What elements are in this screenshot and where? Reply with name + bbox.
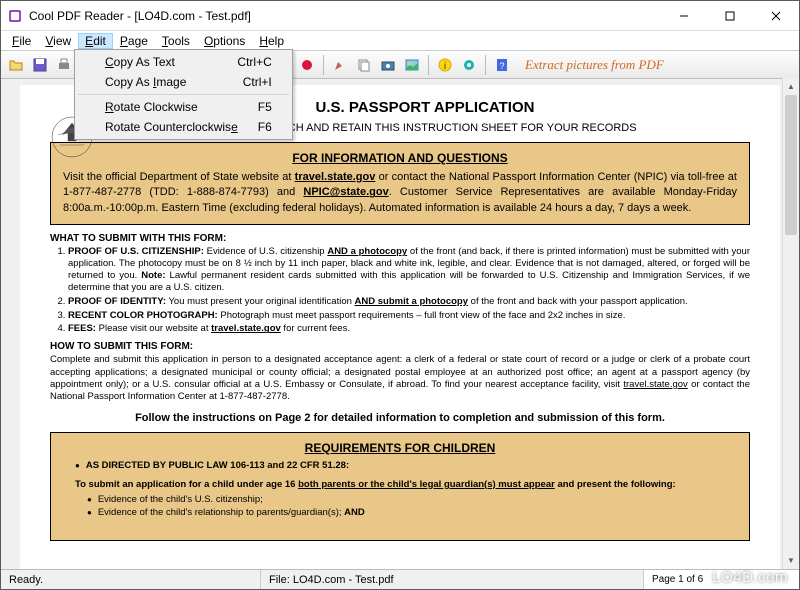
actual-size-icon[interactable] (296, 54, 318, 76)
extract-images-icon[interactable] (401, 54, 423, 76)
window-title: Cool PDF Reader - [LO4D.com - Test.pdf] (29, 9, 661, 23)
scroll-up-arrow[interactable]: ▲ (783, 78, 799, 95)
info-box-body: Visit the official Department of State w… (63, 170, 737, 216)
menu-file[interactable]: File (5, 33, 38, 49)
svg-text:i: i (444, 61, 446, 72)
toolbar-separator (485, 55, 486, 75)
minimize-button[interactable] (661, 1, 707, 30)
toolbar-separator (428, 55, 429, 75)
status-ready: Ready. (1, 570, 261, 589)
info-box-title: FOR INFORMATION AND QUESTIONS (63, 151, 737, 165)
menu-copy-as-text[interactable]: Copy As Text Ctrl+C (77, 52, 290, 72)
list-item: PROOF OF IDENTITY: You must present your… (68, 296, 750, 308)
how-head: HOW TO SUBMIT THIS FORM: (50, 341, 750, 352)
print-icon[interactable] (53, 54, 75, 76)
status-page: Page 1 of 6 (644, 570, 799, 589)
toolbar-hint: Extract pictures from PDF (525, 57, 664, 73)
center-instruction: Follow the instructions on Page 2 for de… (50, 412, 750, 424)
scroll-thumb[interactable] (785, 95, 797, 235)
how-body: Complete and submit this application in … (50, 354, 750, 403)
menu-view[interactable]: View (38, 33, 78, 49)
maximize-button[interactable] (707, 1, 753, 30)
info-icon[interactable]: i (434, 54, 456, 76)
children-box: REQUIREMENTS FOR CHILDREN AS DIRECTED BY… (50, 432, 750, 541)
statusbar: Ready. File: LO4D.com - Test.pdf Page 1 … (1, 569, 799, 589)
window-buttons (661, 1, 799, 30)
what-list: PROOF OF U.S. CITIZENSHIP: Evidence of U… (50, 246, 750, 335)
children-box-title: REQUIREMENTS FOR CHILDREN (63, 441, 737, 455)
list-item: PROOF OF U.S. CITIZENSHIP: Evidence of U… (68, 246, 750, 294)
menu-separator (78, 94, 289, 95)
list-item: FEES: Please visit our website at travel… (68, 323, 750, 335)
menubar: File View Edit Page Tools Options Help (1, 31, 799, 51)
list-item: AS DIRECTED BY PUBLIC LAW 106-113 and 22… (75, 460, 737, 471)
open-icon[interactable] (5, 54, 27, 76)
children-sub: To submit an application for a child und… (75, 479, 737, 490)
copy-icon[interactable] (353, 54, 375, 76)
menu-options[interactable]: Options (197, 33, 252, 49)
snapshot-icon[interactable] (377, 54, 399, 76)
info-box: FOR INFORMATION AND QUESTIONS Visit the … (50, 142, 750, 225)
toolbar-separator (323, 55, 324, 75)
status-file: File: LO4D.com - Test.pdf (261, 570, 644, 589)
titlebar: Cool PDF Reader - [LO4D.com - Test.pdf] (1, 1, 799, 31)
svg-text:?: ? (499, 61, 504, 71)
save-icon[interactable] (29, 54, 51, 76)
app-icon (7, 8, 23, 24)
edit-dropdown: Copy As Text Ctrl+C Copy As Image Ctrl+I… (74, 49, 293, 140)
list-item: Evidence of the child's U.S. citizenship… (87, 494, 737, 505)
vertical-scrollbar[interactable]: ▲ ▼ (782, 78, 799, 569)
what-head: WHAT TO SUBMIT WITH THIS FORM: (50, 233, 750, 244)
scroll-down-arrow[interactable]: ▼ (783, 552, 799, 569)
help-icon[interactable]: ? (491, 54, 513, 76)
menu-rotate-counterclockwise[interactable]: Rotate Counterclockwise F6 (77, 117, 290, 137)
close-button[interactable] (753, 1, 799, 30)
menu-rotate-clockwise[interactable]: Rotate Clockwise F5 (77, 97, 290, 117)
children-evidence: Evidence of the child's U.S. citizenship… (63, 494, 737, 518)
menu-page[interactable]: Page (113, 33, 155, 49)
children-bullets: AS DIRECTED BY PUBLIC LAW 106-113 and 22… (63, 460, 737, 471)
pdf-page: U.S. PASSPORT APPLICATION PLEASE DETACH … (20, 85, 780, 569)
menu-help[interactable]: Help (252, 33, 291, 49)
tool-icon-1[interactable] (329, 54, 351, 76)
menu-copy-as-image[interactable]: Copy As Image Ctrl+I (77, 72, 290, 92)
menu-edit[interactable]: Edit (78, 33, 113, 49)
list-item: Evidence of the child's relationship to … (87, 507, 737, 518)
document-viewport[interactable]: U.S. PASSPORT APPLICATION PLEASE DETACH … (1, 79, 799, 569)
list-item: RECENT COLOR PHOTOGRAPH: Photograph must… (68, 310, 750, 322)
settings-icon[interactable] (458, 54, 480, 76)
menu-tools[interactable]: Tools (155, 33, 197, 49)
